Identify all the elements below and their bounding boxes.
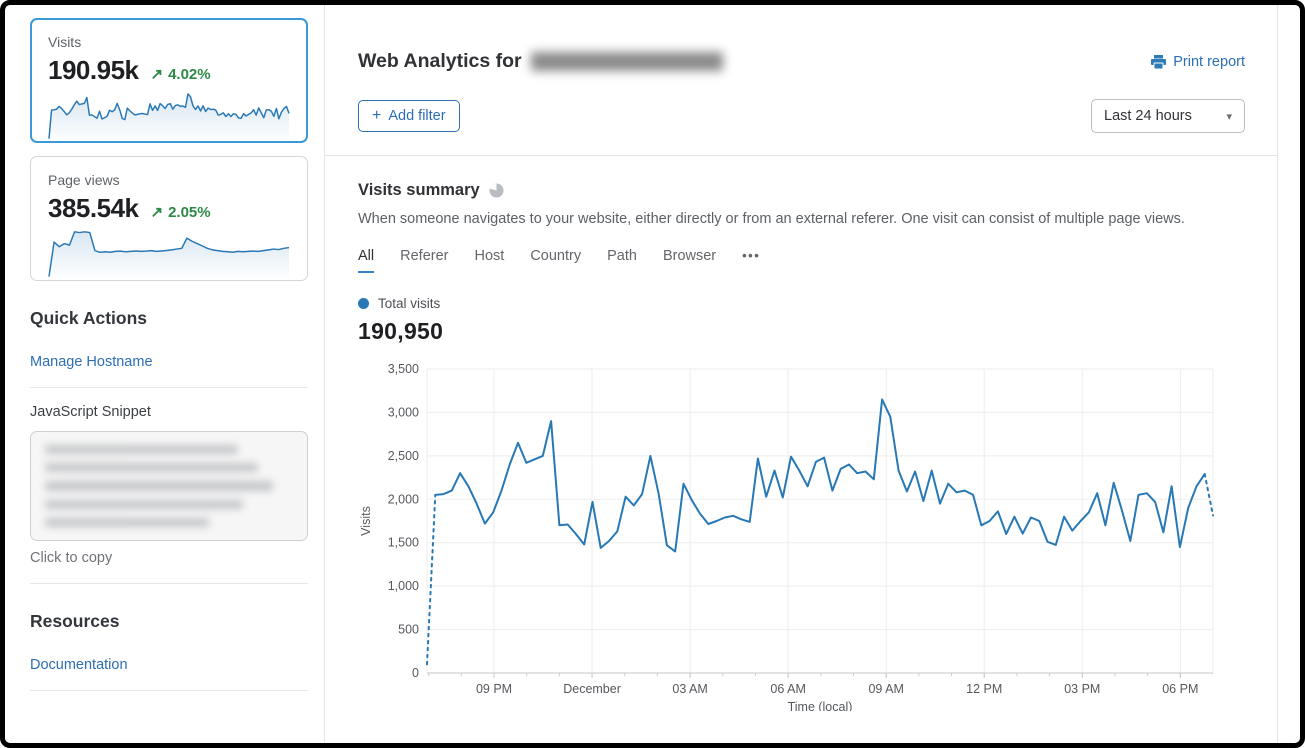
printer-icon	[1151, 55, 1166, 69]
trend-up-icon: ↗	[150, 65, 163, 83]
metric-card-value: 385.54k	[48, 193, 138, 224]
add-filter-button[interactable]: + Add filter	[358, 100, 460, 132]
y-tick-label: 3,500	[388, 362, 419, 376]
x-tick-label: 03 AM	[672, 682, 707, 696]
divider	[30, 387, 308, 388]
blurred-code-line	[45, 500, 243, 509]
sparkline-chart	[48, 89, 290, 143]
metric-card-delta: ↗ 4.02%	[150, 65, 210, 83]
more-tabs-button[interactable]: •••	[742, 248, 760, 270]
x-tick-label: December	[563, 682, 621, 696]
total-visits-line	[435, 399, 1204, 551]
x-tick-label: 12 PM	[966, 682, 1002, 696]
y-tick-label: 2,500	[388, 449, 419, 463]
x-tick-label: 09 AM	[868, 682, 903, 696]
y-tick-label: 0	[412, 666, 419, 680]
time-range-dropdown[interactable]: Last 24 hours ▾	[1091, 99, 1245, 133]
legend-dot-icon	[358, 298, 369, 309]
y-tick-label: 500	[398, 623, 419, 637]
tab-host[interactable]: Host	[474, 248, 504, 271]
resources-title: Resources	[30, 611, 308, 632]
y-axis-title: Visits	[359, 506, 373, 536]
metric-card-page-views[interactable]: Page views 385.54k ↗ 2.05%	[30, 156, 308, 281]
divider	[325, 155, 1277, 156]
page-title: Web Analytics for	[358, 50, 723, 73]
blurred-domain	[531, 52, 723, 71]
blurred-code-line	[45, 463, 258, 472]
documentation-link[interactable]: Documentation	[30, 657, 308, 673]
chevron-down-icon: ▾	[1226, 110, 1232, 123]
quick-actions-title: Quick Actions	[30, 308, 308, 329]
js-snippet-code-box[interactable]	[30, 431, 308, 541]
metric-card-label: Visits	[48, 34, 290, 50]
visits-chart[interactable]: 0 500 1,000 1,500 2,000 2,500 3,000 3,500 09 PM D…	[358, 355, 1245, 711]
tab-country[interactable]: Country	[530, 248, 581, 271]
metric-card-visits[interactable]: Visits 190.95k ↗ 4.02%	[30, 18, 308, 143]
copy-hint: Click to copy	[30, 550, 308, 566]
legend-total-visits[interactable]: Total visits	[358, 296, 1245, 311]
metric-card-label: Page views	[48, 172, 290, 188]
help-icon[interactable]	[489, 183, 504, 198]
sparkline-chart	[48, 227, 290, 281]
y-tick-label: 2,000	[388, 492, 419, 506]
sidebar: Visits 190.95k ↗ 4.02% Page views 385.54k ↗ 2.0…	[5, 5, 325, 743]
print-report-label: Print report	[1173, 54, 1245, 70]
summary-tabs: All Referer Host Country Path Browser •••	[358, 248, 1245, 273]
add-filter-label: Add filter	[388, 108, 445, 124]
print-report-link[interactable]: Print report	[1151, 54, 1245, 70]
manage-hostname-link[interactable]: Manage Hostname	[30, 354, 308, 370]
x-tick-label: 06 PM	[1162, 682, 1198, 696]
x-tick-label: 03 PM	[1064, 682, 1100, 696]
right-margin-strip	[1277, 5, 1300, 743]
app-window: Visits 190.95k ↗ 4.02% Page views 385.54k ↗ 2.0…	[0, 0, 1305, 748]
plus-icon: +	[372, 108, 381, 124]
tab-browser[interactable]: Browser	[663, 248, 716, 271]
legend-label: Total visits	[378, 296, 440, 311]
divider	[30, 583, 308, 584]
dashed-line-start	[427, 495, 435, 664]
blurred-code-line	[45, 445, 238, 454]
total-visits-value: 190,950	[358, 318, 1245, 345]
tab-path[interactable]: Path	[607, 248, 637, 271]
metric-card-delta-value: 4.02%	[168, 66, 211, 83]
tab-all[interactable]: All	[358, 248, 374, 273]
summary-description: When someone navigates to your website, …	[358, 211, 1245, 227]
y-tick-label: 3,000	[388, 405, 419, 419]
y-tick-label: 1,500	[388, 536, 419, 550]
trend-up-icon: ↗	[150, 203, 163, 221]
metric-card-delta-value: 2.05%	[168, 204, 211, 221]
metric-card-value: 190.95k	[48, 55, 138, 86]
summary-title: Visits summary	[358, 181, 480, 200]
main-content: Web Analytics for Print report + Add fil…	[325, 5, 1277, 743]
metric-cards: Visits 190.95k ↗ 4.02% Page views 385.54k ↗ 2.0…	[30, 18, 308, 281]
x-axis-title: Time (local)	[788, 700, 853, 711]
time-range-value: Last 24 hours	[1104, 108, 1192, 124]
blurred-code-line	[45, 481, 273, 490]
metric-card-delta: ↗ 2.05%	[150, 203, 210, 221]
dashed-line-end	[1205, 474, 1213, 515]
divider	[30, 690, 308, 691]
tab-referer[interactable]: Referer	[400, 248, 448, 271]
y-tick-label: 1,000	[388, 579, 419, 593]
js-snippet-label: JavaScript Snippet	[30, 404, 308, 420]
blurred-code-line	[45, 518, 209, 527]
x-tick-label: 09 PM	[476, 682, 512, 696]
page-title-text: Web Analytics for	[358, 50, 522, 73]
x-tick-label: 06 AM	[770, 682, 805, 696]
